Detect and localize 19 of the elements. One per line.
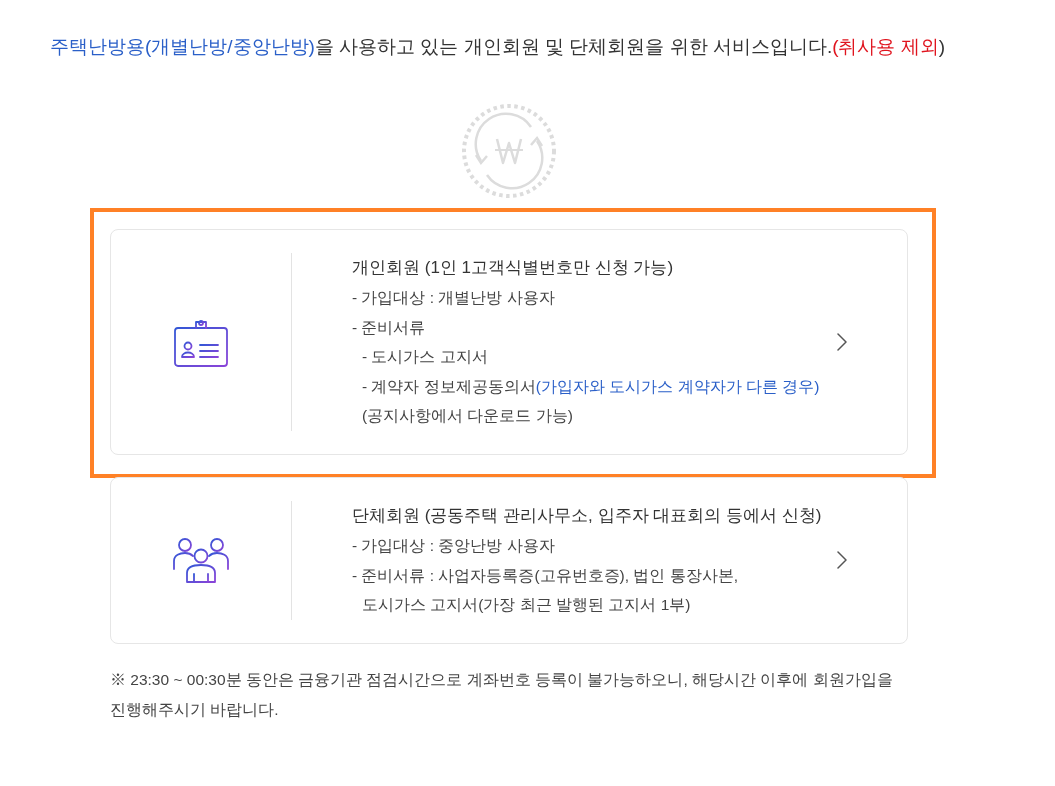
requirement-line: - 계약자 정보제공동의서(가입자와 도시가스 계약자가 다른 경우): [362, 376, 820, 397]
intro-text: 주택난방용(개별난방/중앙난방)을 사용하고 있는 개인회원 및 단체회원을 위한 서비스입니다.(취사용 제외): [50, 35, 946, 59]
id-card-icon: [174, 317, 228, 367]
chevron-right-icon: [837, 333, 847, 351]
requirement-line: - 가입대상 : 중앙난방 사용자: [352, 535, 555, 556]
people-group-icon: [172, 537, 230, 584]
requirement-line: (공지사항에서 다운로드 가능): [362, 406, 573, 427]
card-title: 개인회원 (1인 1고객식별번호만 신청 가능): [352, 257, 674, 279]
requirement-line: - 가입대상 : 개별난방 사용자: [352, 288, 555, 308]
requirement-line: - 준비서류 : 사업자등록증(고유번호증), 법인 통장사본,: [352, 565, 738, 586]
requirement-line: - 준비서류: [352, 317, 426, 338]
member-type-card[interactable]: 단체회원 (공동주택 관리사무소, 입주자 대표회의 등에서 신청) - 가입대상 : 중앙난방 사용자 - 준비서류 : 사업자등록증(고유번호증), 법인 통장사본, 도시가스 고지서(가장 최근 발행된 고지서 1부): [110, 476, 908, 644]
card-title: 단체회원 (공동주택 관리사무소, 입주자 대표회의 등에서 신청): [352, 504, 822, 527]
currency-exchange-icon: [461, 103, 557, 199]
notice-text: ※ 23:30 ~ 00:30분 동안은 금융기관 점검시간으로 계좌번호 등록이 불가능하오니, 해당시간 이후에 회원가입을 진행해주시기 바랍니다.: [110, 669, 894, 720]
chevron-right-icon: [837, 551, 847, 570]
requirement-line: 도시가스 고지서(가장 최근 발행된 고지서 1부): [362, 595, 691, 616]
member-type-card[interactable]: 개인회원 (1인 1고객식별번호만 신청 가능) - 가입대상 : 개별난방 사용자 - 준비서류 - 도시가스 고지서 - 계약자 정보제공동의서(가입자와 도시가스 계약자가 다른 경우) (공지사항에서 다운로드 가능): [110, 229, 908, 455]
requirement-line: - 도시가스 고지서: [362, 347, 488, 368]
